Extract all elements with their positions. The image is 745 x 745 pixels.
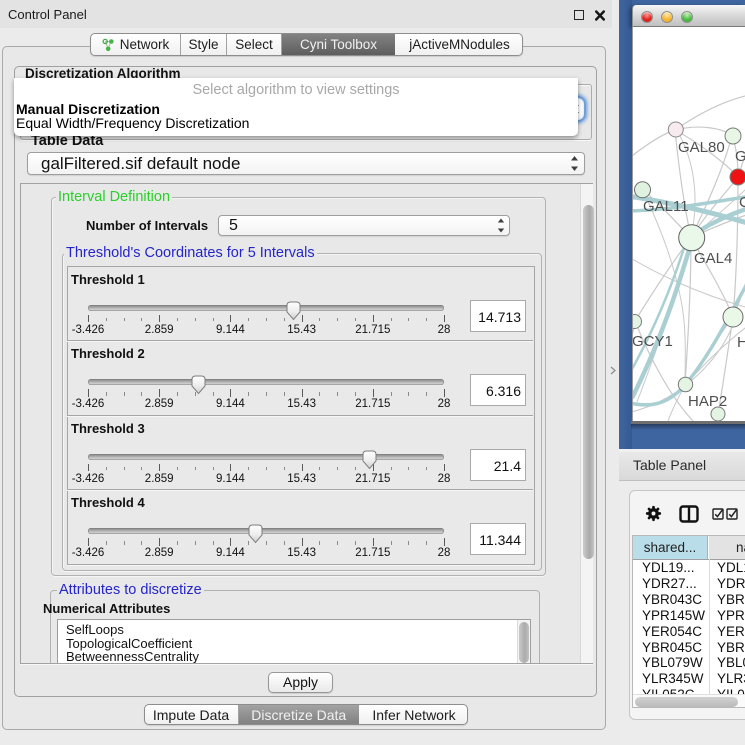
svg-text:GCY1: GCY1 (633, 333, 673, 350)
svg-text:C: C (739, 194, 745, 211)
svg-text:GA: GA (735, 148, 745, 165)
svg-text:HAP2: HAP2 (688, 393, 727, 410)
svg-text:H: H (737, 334, 745, 351)
svg-text:GAL11: GAL11 (643, 198, 689, 215)
svg-text:GAL80: GAL80 (678, 139, 725, 156)
svg-text:GAL4: GAL4 (694, 250, 732, 267)
